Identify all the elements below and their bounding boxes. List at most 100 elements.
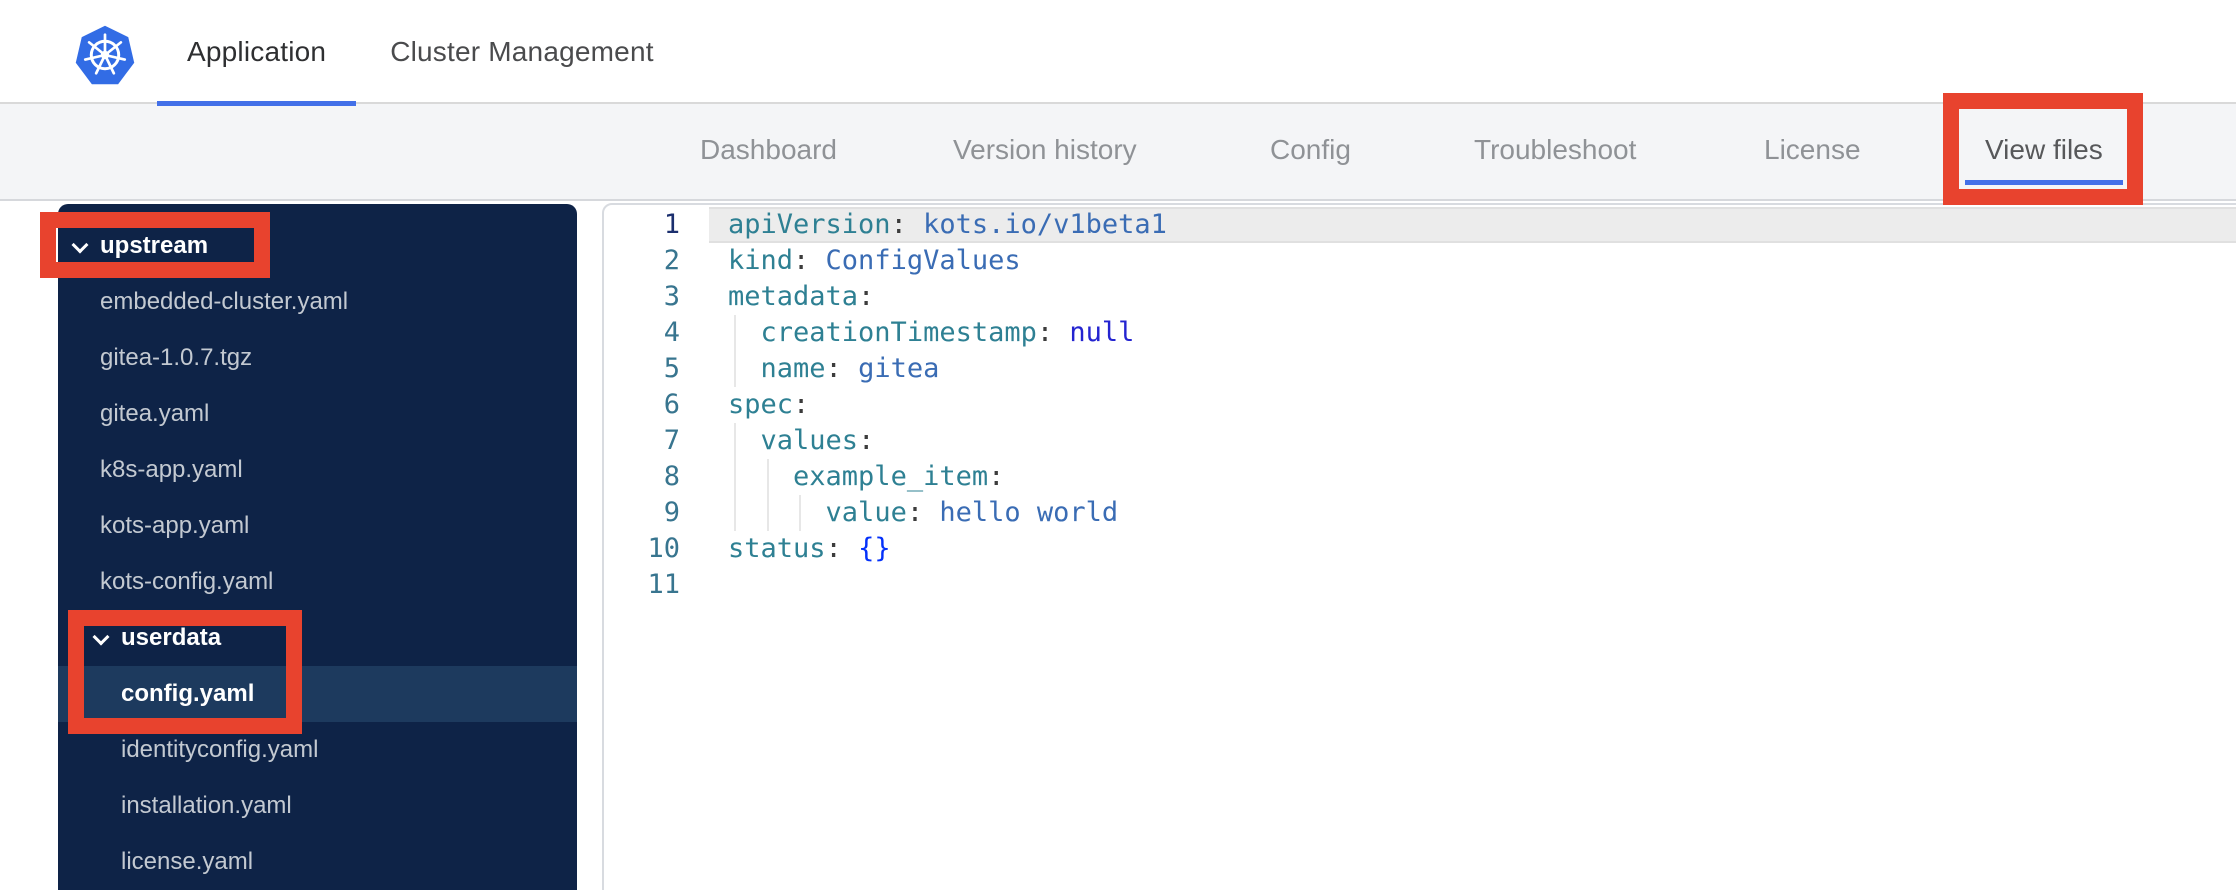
subnav-item-view-files[interactable]: View files [1965, 104, 2123, 196]
code-token: status [728, 533, 826, 564]
tree-item-label: userdata [121, 624, 222, 651]
tab-label: Application [187, 36, 327, 67]
code-editor-panel[interactable]: 1 apiVersion: kots.io/v1beta1 2 kind: Confi… [602, 203, 2236, 890]
file-tree-panel: upstream embedded-cluster.yaml gitea-1.0.7… [58, 204, 577, 890]
code-token: : [825, 353, 859, 384]
code-token: values [760, 425, 859, 456]
indent-guide [734, 315, 736, 351]
code-line-content [709, 567, 2236, 603]
tree-file-gitea-1-0-7-tgz[interactable]: gitea-1.0.7.tgz [58, 330, 577, 386]
code-token: : [988, 461, 1005, 492]
tree-item-label: kots-config.yaml [100, 568, 274, 595]
line-number: 9 [663, 497, 680, 528]
tree-item-label: kots-app.yaml [100, 512, 250, 539]
tree-file-installation-yaml[interactable]: installation.yaml [58, 778, 577, 834]
tree-file-gitea-yaml[interactable]: gitea.yaml [58, 386, 577, 442]
code-line-content: name: gitea [709, 351, 2236, 387]
line-number: 10 [647, 533, 680, 564]
app-subnav: Dashboard Version history Config Troublesho… [0, 104, 2236, 201]
subnav-item-label: License [1764, 134, 1861, 165]
code-token: apiVersion [728, 209, 891, 240]
code-token: metadata [728, 281, 859, 312]
indent-guide [734, 459, 736, 495]
code-token: name [760, 353, 826, 384]
tree-item-label: embedded-cluster.yaml [100, 288, 349, 315]
indent-guide [799, 495, 802, 531]
code-token: kots.io/v1beta1 [923, 209, 1167, 240]
line-number: 3 [663, 281, 680, 312]
code-line-3: 3 metadata: [604, 279, 2236, 315]
tree-item-label: k8s-app.yaml [100, 456, 243, 483]
subnav-item-version-history[interactable]: Version history [953, 104, 1137, 196]
indent-guide [734, 351, 736, 387]
chevron-down-icon[interactable] [72, 238, 88, 254]
tree-file-identityconfig-yaml[interactable]: identityconfig.yaml [58, 722, 577, 778]
tree-item-label: upstream [100, 232, 209, 259]
tree-file-kots-app-yaml[interactable]: kots-app.yaml [58, 498, 577, 554]
line-number: 7 [663, 425, 680, 456]
code-line-5: 5 name: gitea [604, 351, 2236, 387]
tree-file-k8s-app-yaml[interactable]: k8s-app.yaml [58, 442, 577, 498]
indent-guide [766, 459, 769, 495]
line-number: 1 [663, 209, 680, 240]
indent-guide [734, 495, 736, 531]
line-number: 4 [663, 317, 680, 348]
code-token: : [825, 533, 859, 564]
code-token: example_item [793, 461, 989, 492]
code-line-content: metadata: [709, 279, 2236, 315]
code-token: : [858, 281, 875, 312]
kots-admin-console: Application Cluster Management Dashboard V… [0, 0, 2236, 890]
code-line-7: 7 values: [604, 423, 2236, 459]
line-number: 8 [663, 461, 680, 492]
tree-item-label: config.yaml [121, 680, 255, 707]
subnav-item-troubleshoot[interactable]: Troubleshoot [1474, 104, 1636, 196]
line-number: 5 [663, 353, 680, 384]
tab-application[interactable]: Application [157, 0, 357, 106]
subnav-item-dashboard[interactable]: Dashboard [700, 104, 837, 196]
code-line-9: 9 value: hello world [604, 495, 2236, 531]
code-line-1: 1 apiVersion: kots.io/v1beta1 [604, 207, 2236, 243]
subnav-item-label: View files [1985, 134, 2103, 165]
code-token: ConfigValues [825, 245, 1021, 276]
tree-file-license-yaml[interactable]: license.yaml [58, 834, 577, 890]
line-number: 6 [663, 389, 680, 420]
chevron-down-icon[interactable] [93, 630, 109, 646]
kubernetes-logo[interactable] [72, 24, 138, 86]
code-token: : [890, 209, 924, 240]
indent-guide [734, 423, 736, 459]
code-line-content: kind: ConfigValues [709, 243, 2236, 279]
code-token: : [858, 425, 875, 456]
code-token: : [793, 245, 826, 276]
tree-folder-upstream[interactable]: upstream [58, 218, 577, 274]
line-number: 2 [663, 245, 680, 276]
code-token: kind [728, 245, 794, 276]
tree-file-config-yaml[interactable]: config.yaml [58, 666, 577, 722]
code-line-content: value: hello world [709, 495, 2236, 531]
code-token: gitea [858, 353, 940, 384]
code-token: {} [858, 533, 891, 564]
topbar-tabs: Application Cluster Management [157, 0, 684, 106]
code-line-2: 2 kind: ConfigValues [604, 243, 2236, 279]
code-token: creationTimestamp [760, 317, 1037, 348]
tab-cluster-management[interactable]: Cluster Management [360, 0, 684, 104]
code-token: spec [728, 389, 794, 420]
subnav-item-license[interactable]: License [1764, 104, 1861, 196]
subnav-item-config[interactable]: Config [1270, 104, 1351, 196]
tree-item-label: gitea.yaml [100, 400, 210, 427]
top-nav-bar: Application Cluster Management [0, 0, 2236, 106]
kubernetes-helm-icon [75, 25, 135, 85]
code-line-4: 4 creationTimestamp: null [604, 315, 2236, 351]
tree-folder-userdata[interactable]: userdata [58, 610, 577, 666]
tab-label: Cluster Management [390, 36, 654, 67]
code-token: hello world [939, 497, 1119, 528]
code-line-6: 6 spec: [604, 387, 2236, 423]
tree-file-embedded-cluster-yaml[interactable]: embedded-cluster.yaml [58, 274, 577, 330]
tree-file-kots-config-yaml[interactable]: kots-config.yaml [58, 554, 577, 610]
code-line-content: apiVersion: kots.io/v1beta1 [709, 207, 2236, 243]
subnav-item-label: Dashboard [700, 134, 837, 165]
